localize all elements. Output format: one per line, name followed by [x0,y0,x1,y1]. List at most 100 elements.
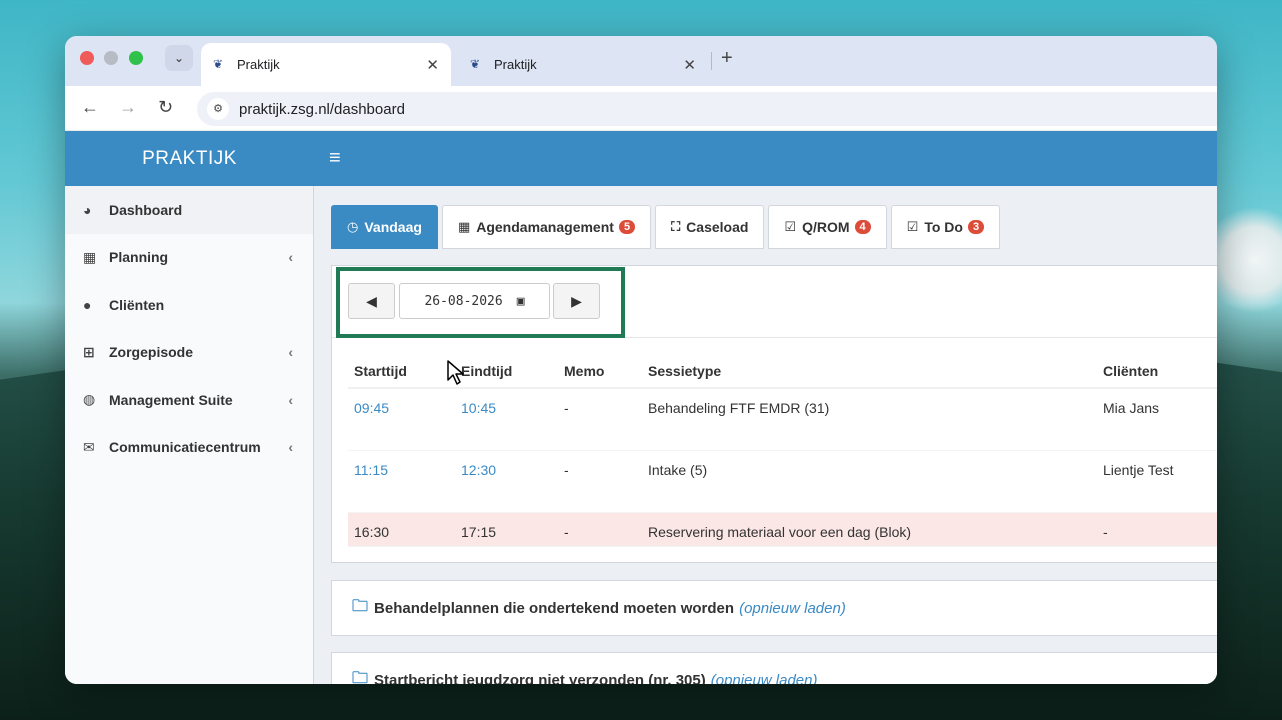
reload-link[interactable]: (opnieuw laden) [739,600,846,617]
arrow-right-circle-icon: ▶ [571,293,582,309]
count-badge: 3 [967,220,985,234]
hamburger-menu-icon[interactable]: ≡ [329,147,341,170]
app-header: PRAKTIJK ≡ [65,131,1217,186]
sidebar-item-label: Management Suite [109,391,233,408]
tab-label: Agendamanagement [476,219,614,235]
address-bar: ← → ↻ ⚙ praktijk.zsg.nl/dashboard [65,86,1217,131]
browser-window: ⌄ ❦ Praktijk ✕ ❦ Praktijk ✕ + ← → ↻ ⚙ pr… [65,36,1217,684]
tab-title: Praktijk [494,57,537,72]
back-arrow-icon[interactable]: ← [81,97,99,118]
browser-tab-active[interactable]: ❦ Praktijk ✕ [201,43,451,86]
sidebar-item-label: Cliënten [109,296,165,313]
sidebar-item-planning[interactable]: ▦ Planning ‹ [65,234,313,282]
sidebar-item-communicatiecentrum[interactable]: ✉ Communicatiecentrum ‹ [65,424,313,472]
column-header[interactable]: Sessietype [642,354,1097,389]
tab-separator [711,52,712,70]
start-time-link[interactable]: 09:45 [354,400,389,416]
calendar-icon[interactable]: ▣ [517,294,525,309]
date-value: 26-08-2026 [424,293,503,309]
tab-vandaag[interactable]: ◷ Vandaag [331,205,438,249]
browser-tab-bar: ⌄ ❦ Praktijk ✕ ❦ Praktijk ✕ + [65,36,1217,86]
table-row-blocked: 16:30 17:15 - Reservering materiaal voor… [348,512,1217,547]
reload-link[interactable]: (opnieuw laden) [711,672,818,685]
background-cloud [1212,200,1282,320]
medkit-icon: ⊞ [83,343,95,360]
panel-title: Startbericht jeugdzorg niet verzonden (n… [374,671,706,685]
memo-cell: - [558,512,642,547]
tab-label: Vandaag [364,219,422,235]
sidebar-item-label: Zorgepisode [109,344,194,361]
folder-icon: 🗀 [352,669,369,685]
tab-agendamanagement[interactable]: ▦ Agendamanagement 5 [441,205,652,249]
brand-logo[interactable]: PRAKTIJK [65,148,314,170]
previous-day-button[interactable]: ◀ [348,283,395,319]
url-text: praktijk.zsg.nl/dashboard [239,100,405,118]
count-badge: 5 [618,220,636,234]
startbericht-panel[interactable]: 🗀 Startbericht jeugdzorg niet verzonden … [331,652,1217,684]
tab-label: To Do [924,219,963,235]
calendar-icon: ▦ [457,219,471,234]
praktijk-favicon-icon: ❦ [213,56,224,71]
memo-cell: - [558,450,642,513]
forward-arrow-icon[interactable]: → [119,97,137,118]
sidebar-item-label: Dashboard [109,201,183,218]
chevron-left-icon: ‹ [288,391,293,408]
maximize-window-button[interactable] [129,51,143,65]
session-type-cell: Reservering materiaal voor een dag (Blok… [642,512,1097,547]
tab-todo[interactable]: ☑ To Do 3 [890,205,1001,249]
column-header[interactable]: Memo [558,354,642,389]
checkbox-icon: ☑ [906,219,919,234]
tab-qrom[interactable]: ☑ Q/ROM 4 [768,205,887,249]
site-settings-icon[interactable]: ⚙ [207,98,229,120]
column-header[interactable]: Cliënten [1097,354,1217,389]
treatment-plans-panel[interactable]: 🗀 Behandelplannen die ondertekend moeten… [331,580,1217,636]
session-type-cell: Intake (5) [642,450,1097,513]
column-header[interactable]: Eindtijd [455,354,558,389]
tab-close-icon[interactable]: ✕ [683,56,696,74]
close-window-button[interactable] [80,51,94,65]
start-time-link[interactable]: 11:15 [354,462,388,478]
new-tab-plus-icon[interactable]: + [721,47,733,70]
main-content: ◷ Vandaag ▦ Agendamanagement 5 ⛶ Caseloa… [314,186,1217,684]
memo-cell: - [558,388,642,451]
schedule-card: ◀ 26-08-2026 ▣ ▶ Starttijd Eindtijd Memo… [331,265,1217,563]
client-cell: Lientje Test [1097,450,1217,513]
checkbox-icon: ☑ [784,219,797,234]
sidebar: ◕ Dashboard ▦ Planning ‹ ● Cliënten ⊞ Zo… [65,186,314,684]
caseload-icon: ⛶ [671,219,681,234]
folder-icon: 🗀 [352,597,369,615]
next-day-button[interactable]: ▶ [553,283,600,319]
end-time-cell: 17:15 [455,512,558,547]
start-time-cell: 16:30 [348,512,455,547]
minimize-window-button[interactable] [104,51,118,65]
sidebar-item-dashboard[interactable]: ◕ Dashboard [65,186,313,234]
date-navigation: ◀ 26-08-2026 ▣ ▶ [332,266,1217,338]
chevron-left-icon: ‹ [288,439,293,456]
sidebar-item-management-suite[interactable]: ◍ Management Suite ‹ [65,376,313,424]
browser-tab-inactive[interactable]: ❦ Praktijk ✕ [458,43,708,86]
user-icon: ● [83,296,92,313]
end-time-link[interactable]: 10:45 [461,400,496,416]
end-time-link[interactable]: 12:30 [461,462,496,478]
sidebar-item-label: Communicatiecentrum [109,439,261,456]
tab-close-icon[interactable]: ✕ [426,56,439,74]
tab-title: Praktijk [237,57,280,72]
schedule-table: Starttijd Eindtijd Memo Sessietype Cliën… [348,354,1217,547]
date-field[interactable]: 26-08-2026 ▣ [399,283,550,319]
sidebar-item-zorgepisode[interactable]: ⊞ Zorgepisode ‹ [65,329,313,377]
url-field[interactable]: ⚙ praktijk.zsg.nl/dashboard [197,92,1217,126]
tab-caseload[interactable]: ⛶ Caseload [655,205,765,249]
table-header-row: Starttijd Eindtijd Memo Sessietype Cliën… [348,354,1217,389]
envelope-icon: ✉ [83,438,95,455]
sidebar-item-clienten[interactable]: ● Cliënten [65,281,313,329]
session-type-cell: Behandeling FTF EMDR (31) [642,388,1097,451]
dashboard-icon: ◕ [83,201,92,218]
tab-label: Caseload [686,219,749,235]
reload-icon[interactable]: ↻ [158,97,173,118]
panel-title: Behandelplannen die ondertekend moeten w… [374,599,735,617]
globe-icon: ◍ [83,391,96,408]
tab-search-chevron-icon[interactable]: ⌄ [165,45,193,71]
clock-icon: ◷ [347,219,359,234]
table-row: 09:45 10:45 - Behandeling FTF EMDR (31) … [348,388,1217,451]
column-header[interactable]: Starttijd [348,354,455,389]
